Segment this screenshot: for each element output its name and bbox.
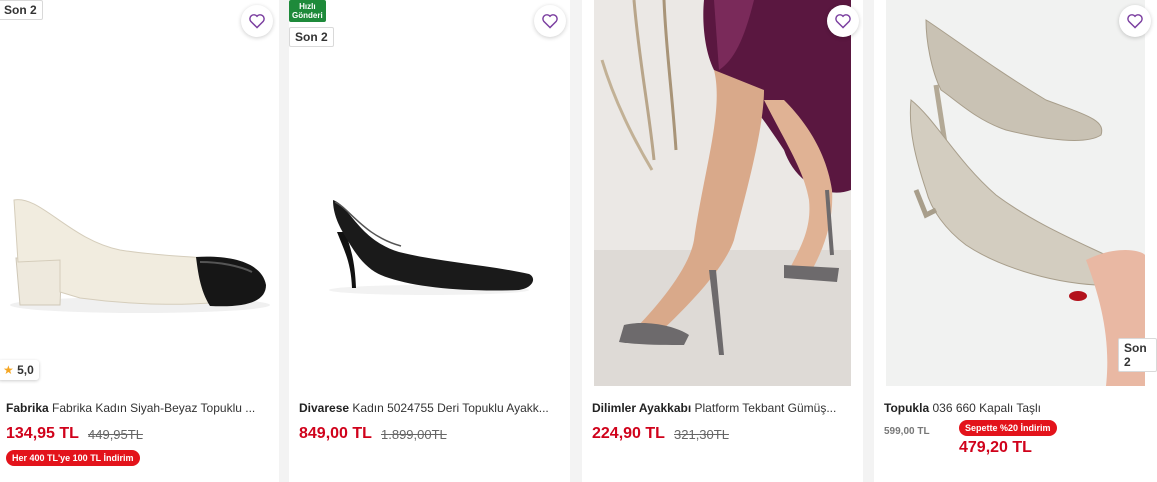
star-icon: ★ bbox=[3, 363, 14, 377]
rating-badge: ★ 5,0 bbox=[0, 360, 39, 380]
promo-badge: Her 400 TL'ye 100 TL İndirim bbox=[6, 450, 140, 466]
product-title[interactable]: Dilimler Ayakkabı Platform Tekbant Gümüş… bbox=[592, 401, 854, 415]
product-price: 134,95 TL bbox=[6, 425, 79, 442]
product-brand: Divarese bbox=[299, 401, 350, 415]
heart-icon bbox=[542, 14, 558, 29]
shoe-image bbox=[10, 199, 270, 313]
heart-icon bbox=[249, 14, 265, 29]
favorite-button[interactable] bbox=[534, 5, 566, 37]
stock-badge: Son 2 bbox=[1118, 338, 1157, 372]
old-price: 321,30TL bbox=[674, 427, 729, 442]
stock-badge: Son 2 bbox=[289, 27, 334, 47]
fast-badge-line2: Gönderi bbox=[292, 11, 323, 20]
product-image-2[interactable] bbox=[289, 0, 570, 386]
stock-badge: Son 2 bbox=[0, 0, 43, 20]
product-card-2[interactable]: Hızlı Gönderi Son 2 Divarese Kadın 50247… bbox=[289, 0, 570, 482]
product-brand: Dilimler Ayakkabı bbox=[592, 401, 692, 415]
old-price: 599,00 TL bbox=[884, 426, 930, 437]
product-price: 849,00 TL bbox=[299, 425, 372, 442]
product-name: 036 660 Kapalı Taşlı bbox=[932, 401, 1041, 415]
product-title[interactable]: Topukla 036 660 Kapalı Taşlı bbox=[884, 401, 1146, 415]
product-photo bbox=[886, 0, 1145, 386]
product-price: 479,20 TL bbox=[959, 439, 1032, 456]
heart-icon bbox=[1127, 14, 1143, 29]
product-name: Kadın 5024755 Deri Topuklu Ayakk... bbox=[352, 401, 549, 415]
product-title[interactable]: Fabrika Fabrika Kadın Siyah-Beyaz Topukl… bbox=[6, 401, 268, 415]
product-brand: Fabrika bbox=[6, 401, 49, 415]
product-image-3[interactable] bbox=[594, 0, 851, 386]
favorite-button[interactable] bbox=[1119, 5, 1151, 37]
product-price: 224,90 TL bbox=[592, 425, 665, 442]
product-title[interactable]: Divarese Kadın 5024755 Deri Topuklu Ayak… bbox=[299, 401, 561, 415]
favorite-button[interactable] bbox=[241, 5, 273, 37]
old-price: 1.899,00TL bbox=[381, 427, 447, 442]
product-name: Fabrika Kadın Siyah-Beyaz Topuklu ... bbox=[52, 401, 256, 415]
product-image-1[interactable] bbox=[0, 0, 279, 386]
product-image-4[interactable] bbox=[886, 0, 1145, 386]
favorite-button[interactable] bbox=[827, 5, 859, 37]
heart-icon bbox=[835, 14, 851, 29]
fast-shipping-badge: Hızlı Gönderi bbox=[289, 0, 326, 22]
fast-badge-line1: Hızlı bbox=[299, 2, 316, 11]
product-card-1[interactable]: Son 2 ★ 5,0 Fabrika Fabrika Kadın Siyah-… bbox=[0, 0, 279, 482]
product-brand: Topukla bbox=[884, 401, 930, 415]
old-price: 449,95TL bbox=[88, 427, 143, 442]
shoe-image bbox=[329, 200, 534, 295]
product-card-3[interactable]: Dilimler Ayakkabı Platform Tekbant Gümüş… bbox=[582, 0, 863, 482]
rating-value: 5,0 bbox=[17, 363, 34, 377]
product-name: Platform Tekbant Gümüş... bbox=[694, 401, 837, 415]
promo-badge: Sepette %20 İndirim bbox=[959, 420, 1057, 436]
product-card-4[interactable]: Son 2 Topukla 036 660 Kapalı Taşlı 599,0… bbox=[874, 0, 1157, 482]
product-photo bbox=[594, 0, 851, 386]
